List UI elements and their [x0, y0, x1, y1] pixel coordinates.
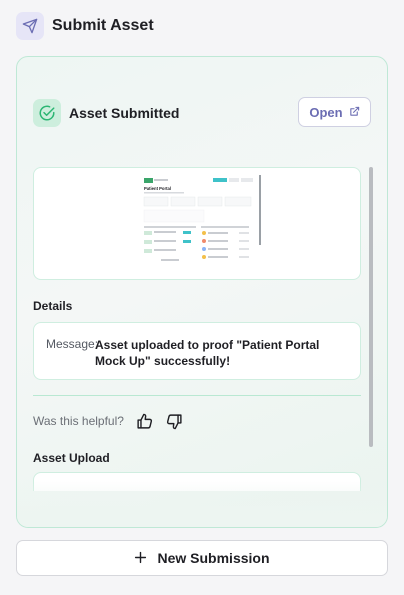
feedback-prompt: Was this helpful?	[33, 414, 124, 428]
page-title: Submit Asset	[52, 17, 154, 34]
feedback-row: Was this helpful?	[33, 410, 186, 432]
divider	[33, 395, 361, 396]
page-header: Submit Asset	[16, 12, 154, 40]
send-icon	[16, 12, 44, 40]
message-value: Asset uploaded to proof "Patient Portal …	[95, 338, 320, 368]
open-label: Open	[309, 104, 343, 120]
message-card: Message: Asset uploaded to proof "Patien…	[33, 322, 361, 380]
new-submission-button[interactable]: New Submission	[16, 540, 388, 576]
submission-panel: Asset Submitted Open Patient Portal Deta…	[16, 56, 388, 528]
asset-thumbnail: Patient Portal	[141, 175, 261, 275]
external-link-icon	[349, 105, 360, 120]
new-submission-label: New Submission	[157, 550, 270, 566]
panel-scrollbar[interactable]	[369, 167, 373, 447]
asset-preview-card[interactable]: Patient Portal	[33, 167, 361, 280]
check-circle-icon	[33, 99, 61, 127]
open-button[interactable]: Open	[298, 97, 371, 127]
bottom-fade	[17, 481, 387, 527]
message-key: Message:	[46, 337, 99, 351]
thumbs-up-icon[interactable]	[134, 410, 156, 432]
submission-scroll-area[interactable]: Patient Portal Details Message: Asset up…	[33, 167, 371, 491]
asset-upload-label: Asset Upload	[33, 451, 110, 465]
thumbs-down-icon[interactable]	[164, 410, 186, 432]
details-label: Details	[33, 299, 73, 313]
panel-header: Asset Submitted Open	[33, 97, 371, 129]
submitted-title: Asset Submitted	[69, 105, 180, 121]
thumbnail-title: Patient Portal	[144, 186, 171, 191]
plus-icon	[134, 549, 147, 567]
